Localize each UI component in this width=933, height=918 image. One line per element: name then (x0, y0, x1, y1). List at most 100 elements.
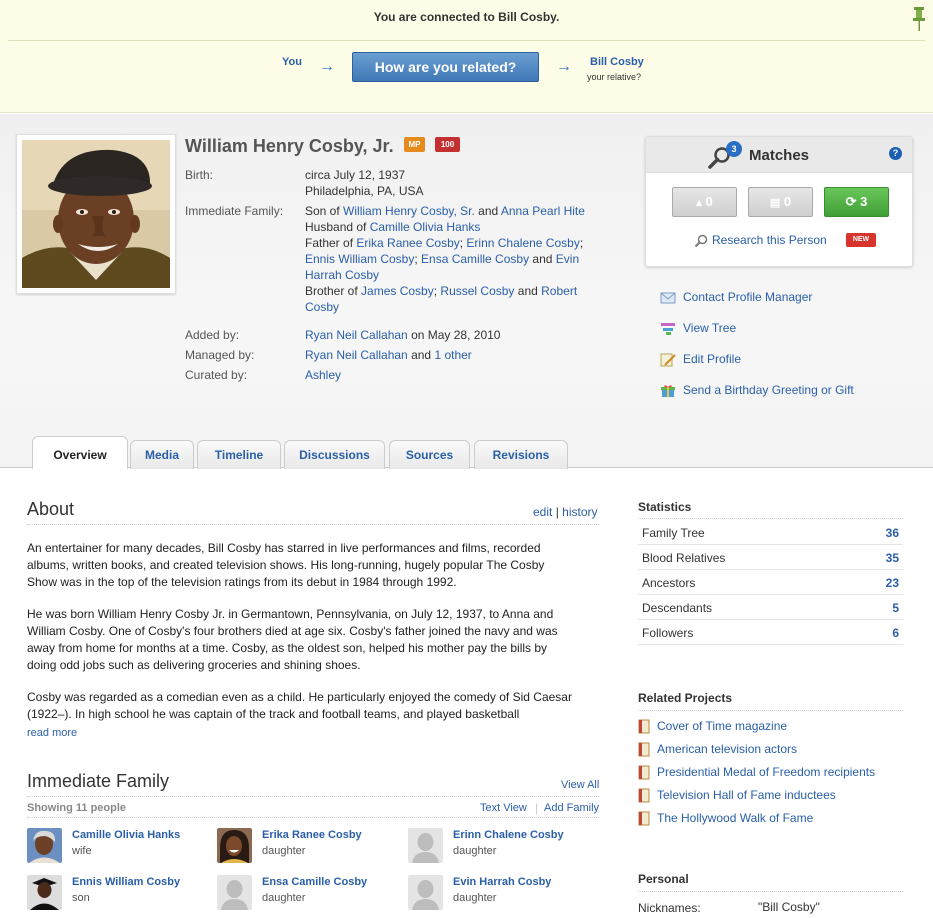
stat-row-family-tree[interactable]: Family Tree 36 (638, 520, 903, 545)
family-member-card[interactable]: Erinn Chalene Cosby daughter (408, 828, 598, 868)
tree-matches-button[interactable]: ▴ 0 (672, 187, 737, 217)
tab-overview[interactable]: Overview (32, 436, 128, 469)
action-label: Edit Profile (683, 352, 742, 366)
matches-title: Matches (749, 147, 810, 164)
added-by-label: Added by: (185, 328, 240, 342)
portrait-image (22, 140, 170, 288)
history-link[interactable]: history (562, 505, 597, 519)
stat-value[interactable]: 36 (886, 526, 899, 540)
father-link[interactable]: William Henry Cosby, Sr. (343, 204, 475, 218)
master-profile-badge[interactable]: MP (404, 137, 425, 152)
tree-match-icon: ▴ (696, 197, 702, 209)
mother-link[interactable]: Anna Pearl Hite (501, 204, 585, 218)
family-member-card[interactable]: Camille Olivia Hanks wife (27, 828, 217, 868)
family-member-relation: daughter (453, 845, 497, 857)
matches-panel: 3 Matches ? ▴ 0 ▤ 0 ⟳ 3 Research this Pe… (645, 136, 913, 267)
research-person-link[interactable]: Research this Person (712, 233, 827, 247)
wife-link[interactable]: Camille Olivia Hanks (370, 220, 481, 234)
action-label: Contact Profile Manager (683, 290, 813, 304)
project-link[interactable]: American television actors (638, 742, 797, 757)
added-by-link[interactable]: Ryan Neil Callahan (305, 328, 408, 342)
family-member-name[interactable]: Camille Olivia Hanks (72, 829, 180, 841)
envelope-icon (660, 292, 676, 304)
family-member-name[interactable]: Erika Ranee Cosby (262, 829, 362, 841)
book-icon (638, 765, 650, 780)
sibling-link[interactable]: James Cosby (361, 284, 434, 298)
avatar (217, 828, 252, 863)
project-link[interactable]: Presidential Medal of Freedom recipients (638, 765, 875, 780)
edit-profile-link[interactable]: Edit Profile (660, 352, 741, 368)
tab-discussions[interactable]: Discussions (284, 440, 385, 469)
family-member-card[interactable]: Evin Harrah Cosby daughter (408, 875, 598, 915)
brother-of-prefix: Brother of (305, 284, 362, 298)
relative-name-link[interactable]: Bill Cosby (590, 56, 644, 68)
profile-name: William Henry Cosby, Jr. (185, 136, 394, 156)
smart-matches-button[interactable]: ⟳ 3 (824, 187, 889, 217)
read-more-link[interactable]: read more (27, 727, 77, 739)
book-icon (638, 742, 650, 757)
family-divider (27, 796, 599, 797)
edit-link[interactable]: edit (533, 505, 552, 519)
record-matches-button[interactable]: ▤ 0 (748, 187, 813, 217)
stat-row-ancestors[interactable]: Ancestors 23 (638, 570, 903, 595)
profile-photo[interactable] (16, 134, 176, 294)
help-icon[interactable]: ? (889, 147, 902, 160)
stat-value[interactable]: 5 (892, 601, 899, 615)
project-link[interactable]: The Hollywood Walk of Fame (638, 811, 813, 826)
family-member-relation: daughter (453, 892, 497, 904)
birthday-gift-link[interactable]: Send a Birthday Greeting or Gift (660, 383, 854, 399)
stat-value[interactable]: 6 (892, 626, 899, 640)
manager-link[interactable]: Ryan Neil Callahan (305, 348, 408, 362)
other-managers-link[interactable]: 1 other (434, 348, 471, 362)
link-divider: | (555, 505, 559, 519)
personal-heading: Personal (638, 872, 689, 886)
family-member-relation: daughter (262, 892, 306, 904)
son-of-prefix: Son of (305, 204, 344, 218)
family-member-name[interactable]: Evin Harrah Cosby (453, 876, 551, 888)
family-member-name[interactable]: Erinn Chalene Cosby (453, 829, 564, 841)
view-tree-link[interactable]: View Tree (660, 321, 736, 337)
stat-row-descendants[interactable]: Descendants 5 (638, 595, 903, 620)
nicknames-label: Nicknames: (638, 901, 701, 915)
tab-media[interactable]: Media (130, 440, 194, 469)
stat-row-followers[interactable]: Followers 6 (638, 620, 903, 645)
project-name: Television Hall of Fame inductees (657, 788, 836, 802)
tab-sources[interactable]: Sources (389, 440, 470, 469)
project-link[interactable]: Cover of Time magazine (638, 719, 787, 734)
about-heading: About (27, 499, 75, 519)
managed-by-value: Ryan Neil Callahan and 1 other (305, 347, 605, 363)
family-member-card[interactable]: Ennis William Cosby son (27, 875, 217, 915)
birth-place: Philadelphia, PA, USA (305, 184, 424, 198)
relation-you-label[interactable]: You (282, 56, 302, 68)
tab-timeline[interactable]: Timeline (197, 440, 281, 469)
family-member-card[interactable]: Erika Ranee Cosby daughter (217, 828, 407, 868)
pin-icon[interactable] (913, 6, 925, 32)
family-member-name[interactable]: Ensa Camille Cosby (262, 876, 367, 888)
stat-row-blood-relatives[interactable]: Blood Relatives 35 (638, 545, 903, 570)
sibling-link[interactable]: Russel Cosby (440, 284, 514, 298)
child-link[interactable]: Erinn Chalene Cosby (466, 236, 579, 250)
view-all-link[interactable]: View All (561, 779, 599, 791)
text-view-link[interactable]: Text View (480, 802, 527, 814)
child-link[interactable]: Ennis William Cosby (305, 252, 414, 266)
child-link[interactable]: Erika Ranee Cosby (356, 236, 459, 250)
and-text: and (474, 204, 501, 218)
child-link[interactable]: Ensa Camille Cosby (421, 252, 529, 266)
project-link[interactable]: Television Hall of Fame inductees (638, 788, 836, 803)
add-family-link[interactable]: Add Family (544, 802, 599, 814)
how-related-button[interactable]: How are you related? (352, 52, 539, 82)
stat-value[interactable]: 35 (886, 551, 899, 565)
curator-link[interactable]: Ashley (305, 368, 341, 382)
family-member-card[interactable]: Ensa Camille Cosby daughter (217, 875, 407, 915)
action-label: Send a Birthday Greeting or Gift (683, 383, 854, 397)
stat-label: Followers (642, 626, 694, 640)
family-count: Showing 11 people (27, 802, 127, 814)
family-member-name[interactable]: Ennis William Cosby (72, 876, 180, 888)
contact-manager-link[interactable]: Contact Profile Manager (660, 290, 812, 306)
tab-revisions[interactable]: Revisions (474, 440, 568, 469)
family-member-relation: son (72, 892, 90, 904)
score-badge[interactable]: 100 (435, 137, 460, 152)
tree-icon (661, 322, 675, 335)
and-text: and (514, 284, 542, 298)
stat-value[interactable]: 23 (886, 576, 899, 590)
